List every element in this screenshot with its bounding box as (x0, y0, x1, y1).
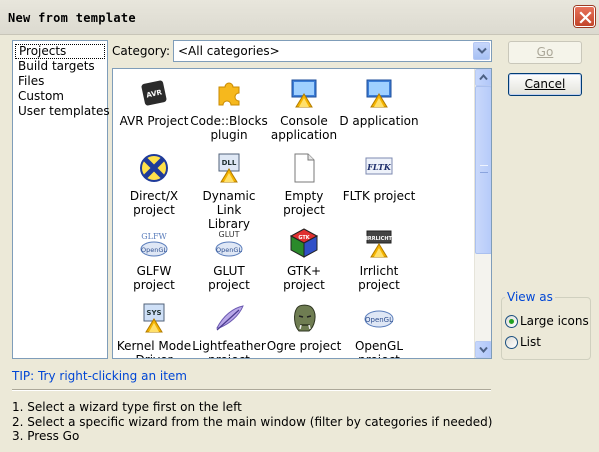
svg-text:SYS: SYS (146, 309, 161, 317)
view-as-title: View as (505, 290, 555, 304)
wizard-glut-project[interactable]: GLUT OpenGL GLUT project (189, 222, 269, 296)
avr-chip-icon: AVR (141, 80, 167, 106)
wizard-glfw-project[interactable]: GLFW OpenGL GLFW project (114, 222, 194, 296)
scrollbar-thumb[interactable] (475, 86, 491, 254)
directx-icon (140, 154, 168, 182)
empty-document-icon (294, 153, 315, 183)
svg-text:OpenGL: OpenGL (141, 246, 167, 254)
svg-text:DLL: DLL (222, 159, 237, 167)
wizard-label: AVR Project (119, 114, 189, 128)
d-app-icon (366, 79, 392, 108)
chevron-down-icon (479, 346, 488, 353)
window-title: New from template (8, 11, 136, 25)
puzzle-piece-icon (218, 82, 240, 106)
wizard-label: Ogre project (266, 339, 342, 353)
dropdown-arrow-button[interactable] (473, 42, 490, 60)
radio-indicator[interactable] (505, 315, 518, 328)
svg-text:FLTK: FLTK (366, 162, 392, 172)
instruction-line: 3. Press Go (12, 429, 80, 443)
wizard-label: Direct/X project (129, 189, 179, 217)
title-bar: New from template (0, 0, 599, 35)
glfw-icon: GLFW OpenGL (140, 232, 168, 257)
wizard-label: GLUT project (208, 264, 250, 292)
wizard-label: GLFW project (133, 264, 175, 292)
wizard-fltk-project[interactable]: FLTK FLTK project (339, 147, 419, 221)
cancel-button[interactable]: Cancel (508, 73, 582, 96)
close-button[interactable] (574, 6, 595, 27)
svg-text:OpenGL: OpenGL (365, 316, 393, 324)
fltk-icon: FLTK (365, 157, 393, 175)
instruction-line: 1. Select a wizard type first on the lef… (12, 400, 242, 414)
chevron-up-icon (479, 74, 488, 81)
list-item-custom[interactable]: Custom (15, 89, 105, 104)
wizard-opengl-project[interactable]: OpenGL OpenGL project (339, 297, 419, 358)
glut-icon: GLUT OpenGL (215, 230, 243, 257)
wizard-codeblocks-plugin[interactable]: Code::Blocks plugin (189, 72, 269, 146)
console-app-icon (291, 79, 317, 108)
wizard-avr-project[interactable]: AVR AVR Project (114, 72, 194, 146)
instruction-line: 2. Select a specific wizard from the mai… (12, 414, 493, 429)
category-label: Category: (112, 44, 170, 58)
scroll-up-button[interactable] (475, 69, 491, 86)
wizard-label: FLTK project (342, 189, 416, 203)
dll-icon: DLL (218, 153, 240, 183)
wizard-dynamic-link-library[interactable]: DLL Dynamic Link Library (189, 147, 269, 231)
ogre-head-icon (294, 304, 316, 332)
wizard-label: Kernel Mode Driver (116, 339, 192, 358)
svg-text:IRRLICHT: IRRLICHT (366, 236, 392, 242)
wizard-label: Empty project (283, 189, 325, 217)
close-icon (579, 11, 592, 24)
scroll-down-button[interactable] (475, 341, 491, 358)
svg-text:GLFW: GLFW (141, 232, 167, 241)
wizard-label: OpenGL project (354, 339, 404, 358)
irrlicht-icon: IRRLICHT (366, 230, 393, 258)
radio-indicator[interactable] (505, 336, 518, 349)
wizard-gtk-project[interactable]: GTK GTK+ project (264, 222, 344, 296)
wizard-label: Lightfeather project (192, 339, 266, 358)
list-item-build-targets[interactable]: Build targets (15, 59, 105, 74)
wizard-label: D application (339, 114, 419, 128)
wizard-ogre-project[interactable]: Ogre project (264, 297, 344, 358)
tip-text: TIP: Try right-clicking an item (12, 369, 187, 383)
wizard-grid[interactable]: AVR AVR Project Code::Blocks plugin Cons… (112, 68, 492, 359)
wizard-d-application[interactable]: D application (339, 72, 419, 146)
go-button[interactable]: Go (508, 41, 582, 64)
wizard-lightfeather-project[interactable]: Lightfeather project (189, 297, 269, 358)
list-item-files[interactable]: Files (15, 74, 105, 89)
opengl-icon: OpenGL (364, 310, 394, 328)
wizard-label: GTK+ project (283, 264, 325, 292)
wizard-label: Console application (270, 114, 338, 142)
chevron-down-icon (477, 47, 487, 54)
category-selected-value: <All categories> (178, 44, 280, 58)
wizard-label: Irrlicht project (358, 264, 400, 292)
radio-label: Large icons (520, 314, 589, 328)
wizard-label: Code::Blocks plugin (190, 114, 268, 142)
feather-icon (216, 305, 244, 331)
list-item-user-templates[interactable]: User templates (15, 104, 110, 119)
wizard-empty-project[interactable]: Empty project (264, 147, 344, 221)
separator (12, 389, 491, 391)
instructions: 1. Select a wizard type first on the lef… (12, 400, 492, 444)
category-dropdown[interactable]: <All categories> (173, 40, 492, 62)
svg-text:GLUT: GLUT (219, 230, 240, 239)
sys-driver-icon: SYS (143, 303, 165, 333)
go-button-label: Go (536, 45, 554, 59)
wizard-console-application[interactable]: Console application (264, 72, 344, 146)
wizard-directx-project[interactable]: Direct/X project (114, 147, 194, 221)
list-item-projects[interactable]: Projects (15, 44, 105, 59)
view-as-groupbox (501, 297, 591, 360)
svg-text:OpenGL: OpenGL (216, 246, 242, 254)
svg-text:GTK: GTK (298, 235, 310, 241)
radio-label: List (520, 335, 541, 349)
template-type-list[interactable]: Projects Build targets Files Custom User… (12, 40, 110, 359)
scrollbar-grip (480, 165, 488, 173)
gtk-cube-icon: GTK (289, 228, 319, 258)
vertical-scrollbar[interactable] (474, 69, 491, 358)
cancel-button-label: Cancel (524, 77, 566, 91)
wizard-irrlicht-project[interactable]: IRRLICHT Irrlicht project (339, 222, 419, 296)
wizard-kernel-mode-driver[interactable]: SYS Kernel Mode Driver (114, 297, 194, 358)
